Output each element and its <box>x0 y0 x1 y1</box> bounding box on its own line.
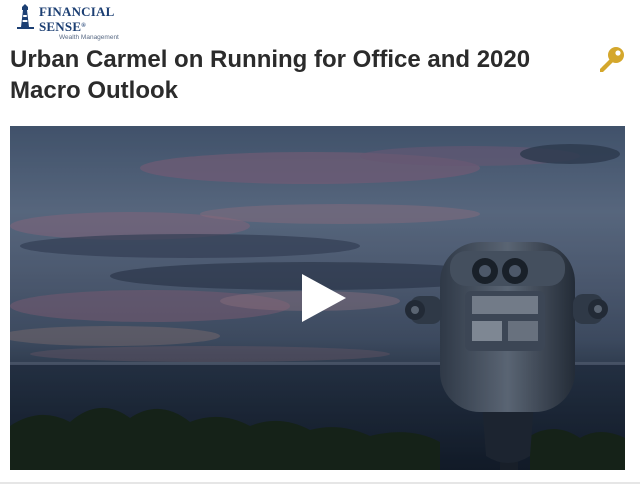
logo-tagline: Wealth Management <box>59 34 119 41</box>
video-player[interactable] <box>10 126 625 470</box>
play-icon[interactable] <box>300 272 348 324</box>
site-logo[interactable]: FINANCIAL SENSE® Wealth Management <box>14 4 144 41</box>
logo-brand: FINANCIAL SENSE® <box>39 4 114 34</box>
divider <box>0 482 640 484</box>
key-icon[interactable] <box>596 44 628 76</box>
lighthouse-icon <box>14 4 36 30</box>
article-title: Urban Carmel on Running for Office and 2… <box>10 46 531 104</box>
